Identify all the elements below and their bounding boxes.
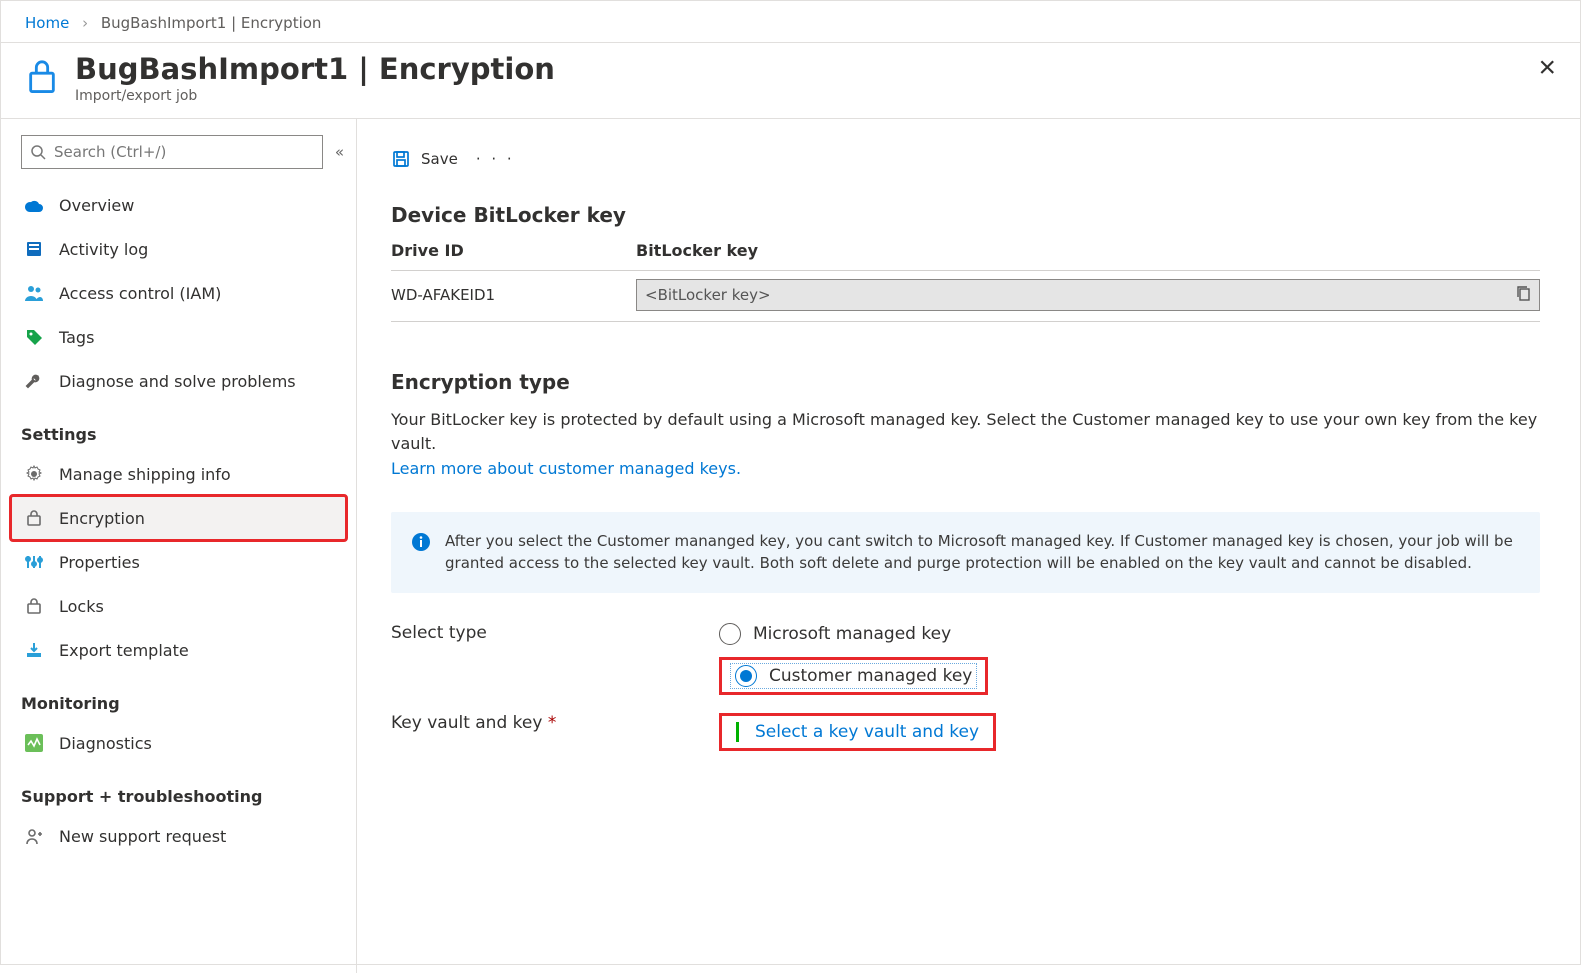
- lock-icon: [23, 597, 45, 615]
- search-icon: [30, 144, 46, 160]
- wrench-icon: [23, 372, 45, 390]
- sidebar-item-locks[interactable]: Locks: [11, 584, 346, 628]
- save-icon: [391, 149, 411, 169]
- sidebar-item-properties[interactable]: Properties: [11, 540, 346, 584]
- sidebar-item-label: Properties: [59, 553, 140, 572]
- radio-label: Microsoft managed key: [753, 624, 951, 644]
- table-row: WD-AFAKEID1 <BitLocker key>: [391, 271, 1540, 322]
- save-label: Save: [421, 150, 458, 168]
- lock-icon: [25, 57, 59, 99]
- sidebar-item-activity-log[interactable]: Activity log: [11, 227, 346, 271]
- sidebar-item-label: Export template: [59, 641, 189, 660]
- sidebar-item-label: Locks: [59, 597, 104, 616]
- log-icon: [23, 240, 45, 258]
- page-subtitle: Import/export job: [75, 88, 1538, 104]
- sidebar-item-label: Diagnose and solve problems: [59, 372, 296, 391]
- sidebar-item-label: Tags: [59, 328, 94, 347]
- sidebar-item-shipping[interactable]: Manage shipping info: [11, 452, 346, 496]
- sidebar-item-label: Encryption: [59, 509, 145, 528]
- sidebar-item-label: Manage shipping info: [59, 465, 231, 484]
- drive-id-cell: WD-AFAKEID1: [391, 271, 636, 322]
- sidebar-group-monitoring: Monitoring: [21, 694, 336, 713]
- sidebar-group-support: Support + troubleshooting: [21, 787, 336, 806]
- radio-icon: [719, 623, 741, 645]
- sliders-icon: [23, 553, 45, 571]
- more-button[interactable]: · · ·: [476, 150, 515, 168]
- toolbar: Save · · ·: [391, 149, 1540, 169]
- sidebar-item-label: Overview: [59, 196, 134, 215]
- sidebar-item-support-request[interactable]: New support request: [11, 814, 346, 858]
- breadcrumb: Home › BugBashImport1 | Encryption: [1, 1, 1580, 43]
- bitlocker-heading: Device BitLocker key: [391, 203, 1540, 227]
- radio-customer-managed[interactable]: Customer managed key: [735, 665, 972, 687]
- select-type-row: Select type Microsoft managed key Custom…: [391, 623, 1540, 695]
- required-icon: *: [548, 713, 557, 733]
- page-title: BugBashImport1 | Encryption: [75, 53, 1538, 86]
- search-input[interactable]: Search (Ctrl+/): [21, 135, 323, 169]
- close-icon[interactable]: ×: [1538, 53, 1556, 83]
- key-vault-label: Key vault and key *: [391, 713, 719, 733]
- sidebar-item-label: Diagnostics: [59, 734, 152, 753]
- sidebar-item-encryption[interactable]: Encryption: [11, 496, 346, 540]
- gear-icon: [23, 465, 45, 483]
- col-bitlocker-key: BitLocker key: [636, 241, 1540, 271]
- info-icon: [411, 532, 431, 552]
- sidebar-group-settings: Settings: [21, 425, 336, 444]
- col-drive-id: Drive ID: [391, 241, 636, 271]
- save-button[interactable]: Save: [391, 149, 458, 169]
- page-header: BugBashImport1 | Encryption Import/expor…: [1, 43, 1580, 119]
- content-pane: Save · · · Device BitLocker key Drive ID…: [357, 119, 1580, 973]
- highlight-box: Select a key vault and key: [719, 713, 996, 751]
- diagnostics-icon: [23, 734, 45, 752]
- info-text: After you select the Customer mananged k…: [445, 530, 1520, 575]
- bitlocker-key-value: <BitLocker key>: [645, 286, 771, 304]
- bitlocker-table: Drive ID BitLocker key WD-AFAKEID1 <BitL…: [391, 241, 1540, 322]
- lock-icon: [23, 509, 45, 527]
- breadcrumb-home[interactable]: Home: [25, 14, 69, 32]
- key-vault-row: Key vault and key * Select a key vault a…: [391, 713, 1540, 751]
- encryption-type-heading: Encryption type: [391, 370, 1540, 394]
- learn-more-link[interactable]: Learn more about customer managed keys.: [391, 459, 741, 478]
- sidebar-item-label: Access control (IAM): [59, 284, 221, 303]
- sidebar-item-tags[interactable]: Tags: [11, 315, 346, 359]
- sidebar: Search (Ctrl+/) « Overview Activity log …: [1, 119, 357, 973]
- radio-microsoft-managed[interactable]: Microsoft managed key: [719, 623, 988, 645]
- people-icon: [23, 284, 45, 302]
- cloud-icon: [23, 195, 45, 215]
- tag-icon: [23, 328, 45, 346]
- breadcrumb-current: BugBashImport1 | Encryption: [101, 14, 322, 32]
- collapse-sidebar-icon[interactable]: «: [335, 143, 344, 161]
- highlight-box: Customer managed key: [719, 657, 988, 695]
- support-icon: [23, 827, 45, 845]
- select-type-label: Select type: [391, 623, 719, 643]
- copy-icon[interactable]: [1516, 285, 1531, 305]
- sidebar-item-overview[interactable]: Overview: [11, 183, 346, 227]
- breadcrumb-sep-icon: ›: [82, 14, 88, 32]
- bitlocker-key-field[interactable]: <BitLocker key>: [636, 279, 1540, 311]
- sidebar-item-diagnose[interactable]: Diagnose and solve problems: [11, 359, 346, 403]
- search-placeholder: Search (Ctrl+/): [54, 143, 166, 161]
- radio-icon: [735, 665, 757, 687]
- select-key-vault-link[interactable]: Select a key vault and key: [736, 722, 979, 742]
- sidebar-item-diagnostics[interactable]: Diagnostics: [11, 721, 346, 765]
- encryption-description: Your BitLocker key is protected by defau…: [391, 408, 1540, 454]
- sidebar-item-iam[interactable]: Access control (IAM): [11, 271, 346, 315]
- sidebar-item-label: Activity log: [59, 240, 148, 259]
- sidebar-item-export-template[interactable]: Export template: [11, 628, 346, 672]
- export-icon: [23, 641, 45, 659]
- radio-label: Customer managed key: [769, 666, 972, 686]
- sidebar-item-label: New support request: [59, 827, 226, 846]
- info-banner: After you select the Customer mananged k…: [391, 512, 1540, 593]
